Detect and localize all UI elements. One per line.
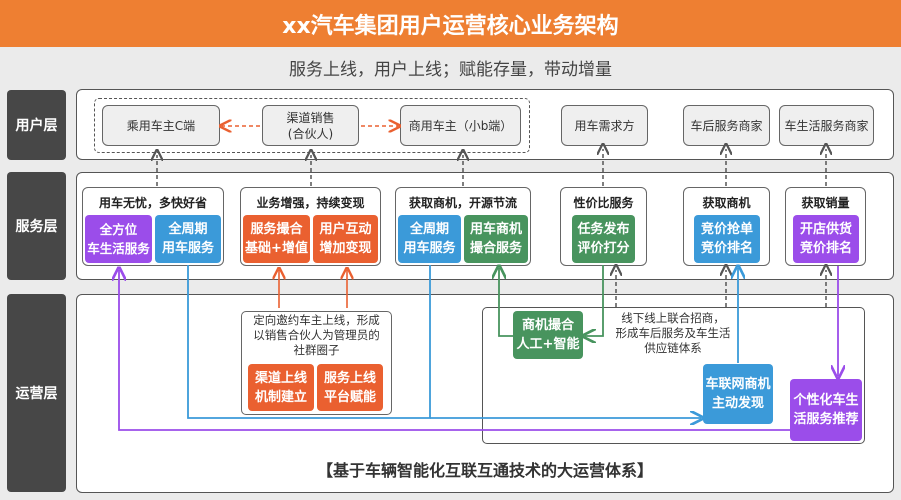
tile-personalized-recommendation: 个性化车生 活服务推荐	[790, 379, 862, 441]
service-group-title: 性价比服务	[573, 196, 634, 210]
tile-service-online: 服务上线 平台赋能	[317, 364, 383, 411]
page-title: xx汽车集团用户运营核心业务架构	[0, 0, 901, 47]
user-channel-sales: 渠道销售 (合伙人)	[262, 105, 359, 146]
user-aftermarket-merchant: 车后服务商家	[683, 105, 770, 146]
tile-full-cycle-service: 全周期 用车服务	[155, 215, 221, 263]
layer-label-operation: 运营层	[7, 294, 66, 492]
tile-store-supply: 开店供货 竞价排名	[793, 215, 859, 263]
tile-bidding-orders: 竞价抢单 竞价排名	[694, 215, 760, 263]
service-group-title: 用车无忧，多快好省	[98, 196, 207, 210]
layer-label-user: 用户层	[7, 90, 66, 160]
service-group-title: 获取商机	[702, 196, 751, 210]
tile-channel-online: 渠道上线 机制建立	[248, 364, 314, 411]
operation-footer: 【基于车辆智能化互联互通技术的大运营体系】	[316, 461, 653, 480]
community-note: 定向邀约车主上线，形成 以销售合伙人为管理员的 社群圈子	[253, 313, 380, 357]
user-passenger-owner: 乘用车主C端	[102, 105, 220, 146]
tile-opportunity-matching: 用车商机 撮合服务	[464, 215, 528, 263]
tile-full-cycle-service-b: 全周期 用车服务	[398, 215, 461, 263]
tile-user-interaction: 用户互动 增加变现	[313, 215, 378, 263]
supply-chain-note: 线下线上联合招商， 形成车后服务及车生活 供应链体系	[615, 311, 731, 355]
tile-iov-discovery: 车联网商机 主动发现	[703, 364, 773, 424]
layer-label-service: 服务层	[7, 172, 66, 280]
tile-matching-ai: 商机撮合 人工+智能	[513, 311, 583, 359]
tile-all-round-life-service: 全方位 车生活服务	[85, 215, 152, 263]
tile-service-matching: 服务撮合 基础+增值	[243, 215, 310, 263]
user-life-merchant: 车生活服务商家	[779, 105, 874, 146]
user-vehicle-demand: 用车需求方	[561, 105, 648, 146]
service-group-title: 业务增强，持续变现	[256, 196, 365, 210]
page-subtitle: 服务上线，用户上线；赋能存量，带动增量	[289, 60, 612, 80]
user-commercial-owner: 商用车主（小b端）	[400, 105, 521, 146]
service-group-title: 获取商机，开源节流	[408, 196, 517, 210]
service-group-title: 获取销量	[801, 196, 850, 210]
tile-task-publish: 任务发布 评价打分	[572, 215, 635, 263]
